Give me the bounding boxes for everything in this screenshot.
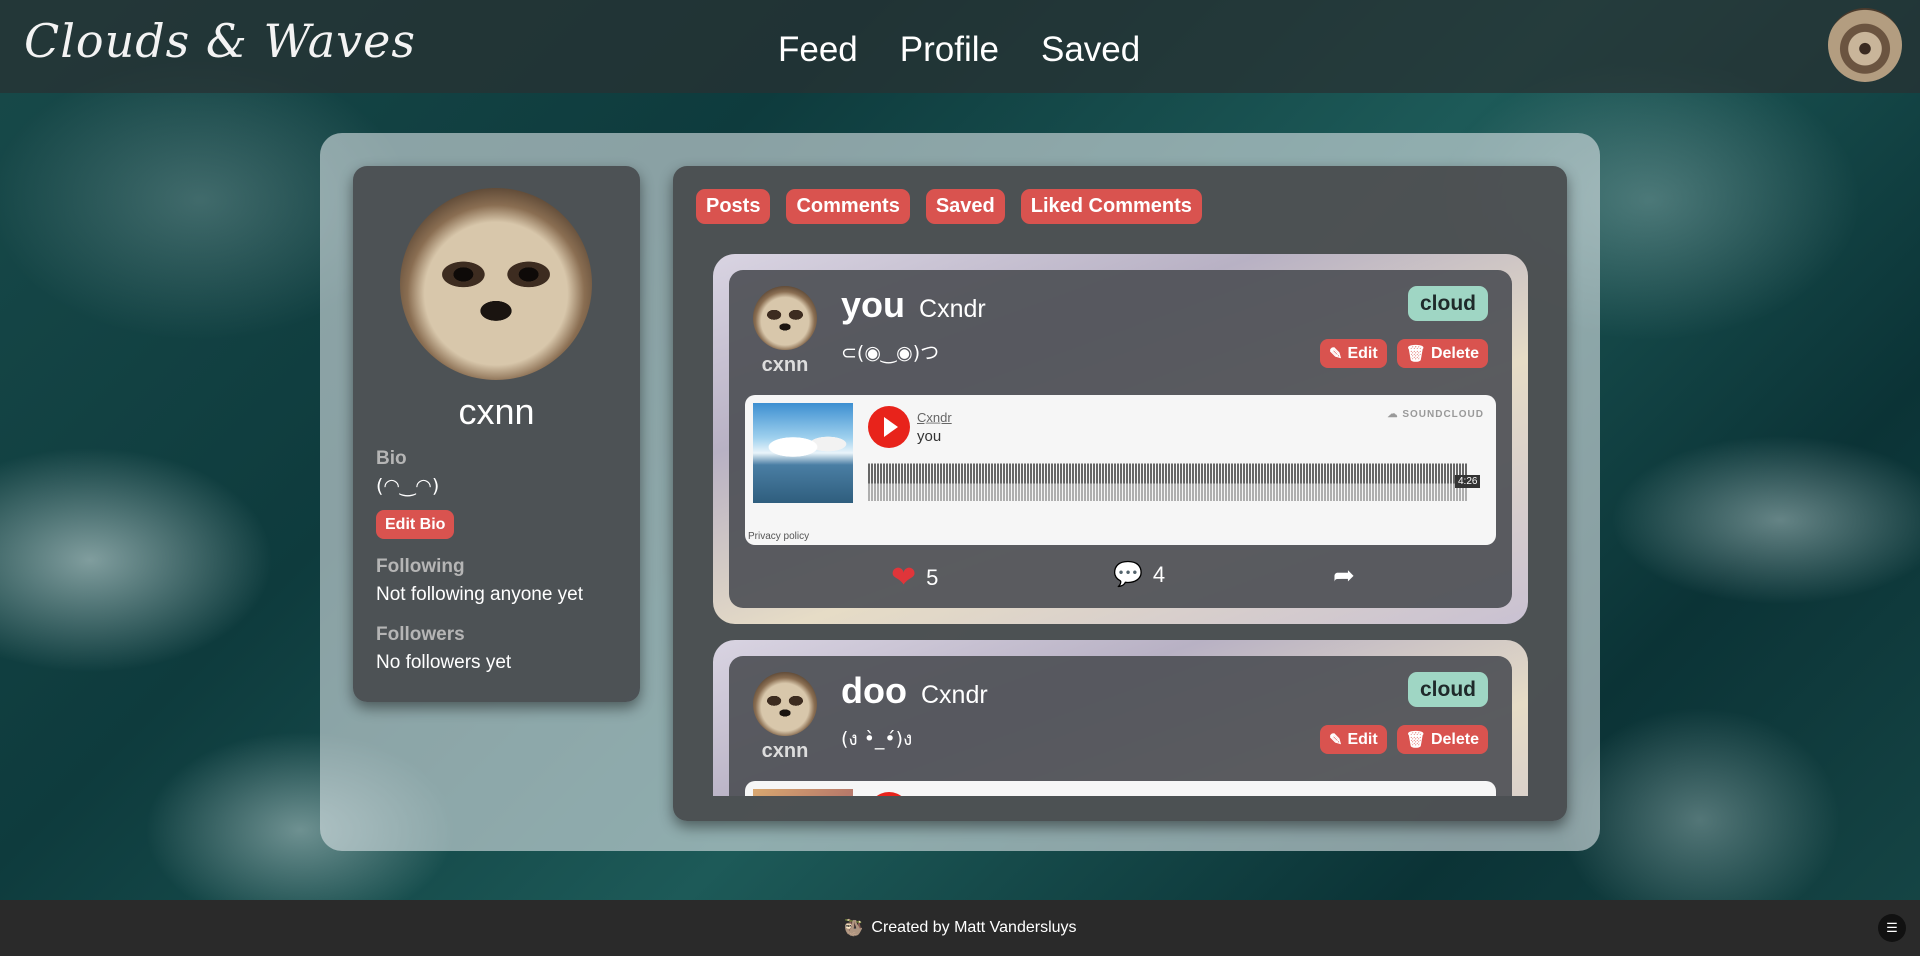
post-artist: Cxndr <box>921 681 988 709</box>
post-author-avatar[interactable] <box>753 672 817 736</box>
cloud-badge: cloud <box>1408 286 1488 321</box>
tab-comments[interactable]: Comments <box>786 189 910 224</box>
heart-icon: ❤ <box>891 561 917 594</box>
sloth-icon: 🦥 <box>843 920 864 937</box>
settings-toggle-icon[interactable]: ☰ <box>1878 914 1906 942</box>
profile-card: cxnn Bio (◠‿◠) Edit Bio Following Not fo… <box>353 166 640 702</box>
share-button[interactable]: ➦ <box>1333 560 1355 591</box>
play-button[interactable] <box>868 406 910 448</box>
delete-post-button[interactable]: 🗑 Delete <box>1396 725 1488 754</box>
following-value: Not following anyone yet <box>376 584 584 605</box>
delete-label: Delete <box>1430 344 1479 362</box>
tab-liked-comments[interactable]: Liked Comments <box>1020 189 1202 224</box>
top-navbar: Clouds & Waves Feed Profile Saved <box>0 0 1920 93</box>
track-duration: 4:26 <box>1455 475 1481 488</box>
post-actions: ✎ Edit 🗑 Delete <box>1320 339 1488 368</box>
posts-scroll-area[interactable]: cxnn you Cxndr ⊂(◉‿◉)つ cloud ✎ Edit 🗑 De… <box>673 254 1567 796</box>
share-icon: ➦ <box>1333 560 1355 590</box>
trash-icon: 🗑 <box>1405 345 1426 363</box>
post-card-inner: cxnn you Cxndr ⊂(◉‿◉)つ cloud ✎ Edit 🗑 De… <box>729 270 1512 608</box>
following-label: Following <box>376 556 465 577</box>
edit-icon: ✎ <box>1329 731 1343 749</box>
soundcloud-logo-text: SOUNDCLOUD <box>1402 409 1484 420</box>
trash-icon: 🗑 <box>1405 731 1426 749</box>
widget-track-title[interactable]: you <box>917 428 941 445</box>
post-card-inner: cxnn doo Cxndr (ง •̀_•́)ง cloud ✎ Edit 🗑… <box>729 656 1512 796</box>
tab-saved[interactable]: Saved <box>925 189 1005 224</box>
post-author-username[interactable]: cxnn <box>749 354 821 377</box>
soundcloud-widget: Cx̲n̲dr you ☁ SOUNDCLOUD 4:26 Privacy po… <box>745 395 1496 545</box>
nav-link-saved[interactable]: Saved <box>1041 30 1140 70</box>
profile-tabs: Posts Comments Saved Liked Comments <box>696 189 1202 224</box>
waveform[interactable] <box>868 457 1468 501</box>
post-song-title: doo <box>841 670 907 711</box>
delete-post-button[interactable]: 🗑 Delete <box>1396 339 1488 368</box>
footer-credit: Created by Matt Vandersluys <box>871 919 1077 936</box>
play-button[interactable] <box>868 792 910 796</box>
user-avatar-button[interactable] <box>1828 8 1902 82</box>
post-artist: Cxndr <box>919 295 986 323</box>
post-title: doo Cxndr <box>841 670 988 712</box>
post-author-username[interactable]: cxnn <box>749 740 821 763</box>
nav-links: Feed Profile Saved <box>778 30 1140 70</box>
privacy-policy-link[interactable]: Privacy policy <box>748 531 809 542</box>
nav-link-feed[interactable]: Feed <box>778 30 858 70</box>
edit-label: Edit <box>1347 344 1378 362</box>
track-artwork[interactable] <box>753 403 853 503</box>
comments-button[interactable]: 💬 4 <box>1113 560 1165 589</box>
followers-value: No followers yet <box>376 652 512 673</box>
brand-logo[interactable]: Clouds & Waves <box>24 14 416 68</box>
track-artwork[interactable] <box>753 789 853 796</box>
comment-count: 4 <box>1152 561 1166 587</box>
delete-label: Delete <box>1430 730 1479 748</box>
post-card: cxnn doo Cxndr (ง •̀_•́)ง cloud ✎ Edit 🗑… <box>713 640 1528 796</box>
post-author-avatar[interactable] <box>753 286 817 350</box>
post-title: you Cxndr <box>841 284 986 326</box>
page-footer: 🦥 Created by Matt Vandersluys <box>0 900 1920 956</box>
post-caption: ⊂(◉‿◉)つ <box>841 342 940 364</box>
edit-post-button[interactable]: ✎ Edit <box>1320 339 1387 368</box>
comment-icon: 💬 <box>1113 561 1143 588</box>
post-song-title: you <box>841 284 906 325</box>
post-footer: ❤ 5 💬 4 ➦ <box>729 560 1512 596</box>
edit-label: Edit <box>1347 730 1378 748</box>
post-card: cxnn you Cxndr ⊂(◉‿◉)つ cloud ✎ Edit 🗑 De… <box>713 254 1528 624</box>
bio-text: (◠‿◠) <box>376 475 440 497</box>
like-button[interactable]: ❤ 5 <box>891 560 938 595</box>
soundcloud-logo[interactable]: ☁ SOUNDCLOUD <box>1388 409 1484 420</box>
tab-posts[interactable]: Posts <box>696 189 771 224</box>
profile-avatar <box>400 188 592 380</box>
cloud-badge: cloud <box>1408 672 1488 707</box>
post-actions: ✎ Edit 🗑 Delete <box>1320 725 1488 754</box>
bio-label: Bio <box>376 448 407 469</box>
edit-icon: ✎ <box>1329 345 1343 363</box>
nav-link-profile[interactable]: Profile <box>900 30 999 70</box>
widget-artist-link[interactable]: Cx̲n̲dr <box>917 410 952 425</box>
edit-bio-button[interactable]: Edit Bio <box>376 510 455 539</box>
posts-panel: Posts Comments Saved Liked Comments cxnn… <box>673 166 1567 821</box>
like-count: 5 <box>926 564 939 590</box>
profile-username: cxnn <box>458 391 535 432</box>
soundcloud-widget <box>745 781 1496 796</box>
post-caption: (ง •̀_•́)ง <box>841 728 913 750</box>
edit-post-button[interactable]: ✎ Edit <box>1320 725 1387 754</box>
followers-label: Followers <box>376 624 465 645</box>
